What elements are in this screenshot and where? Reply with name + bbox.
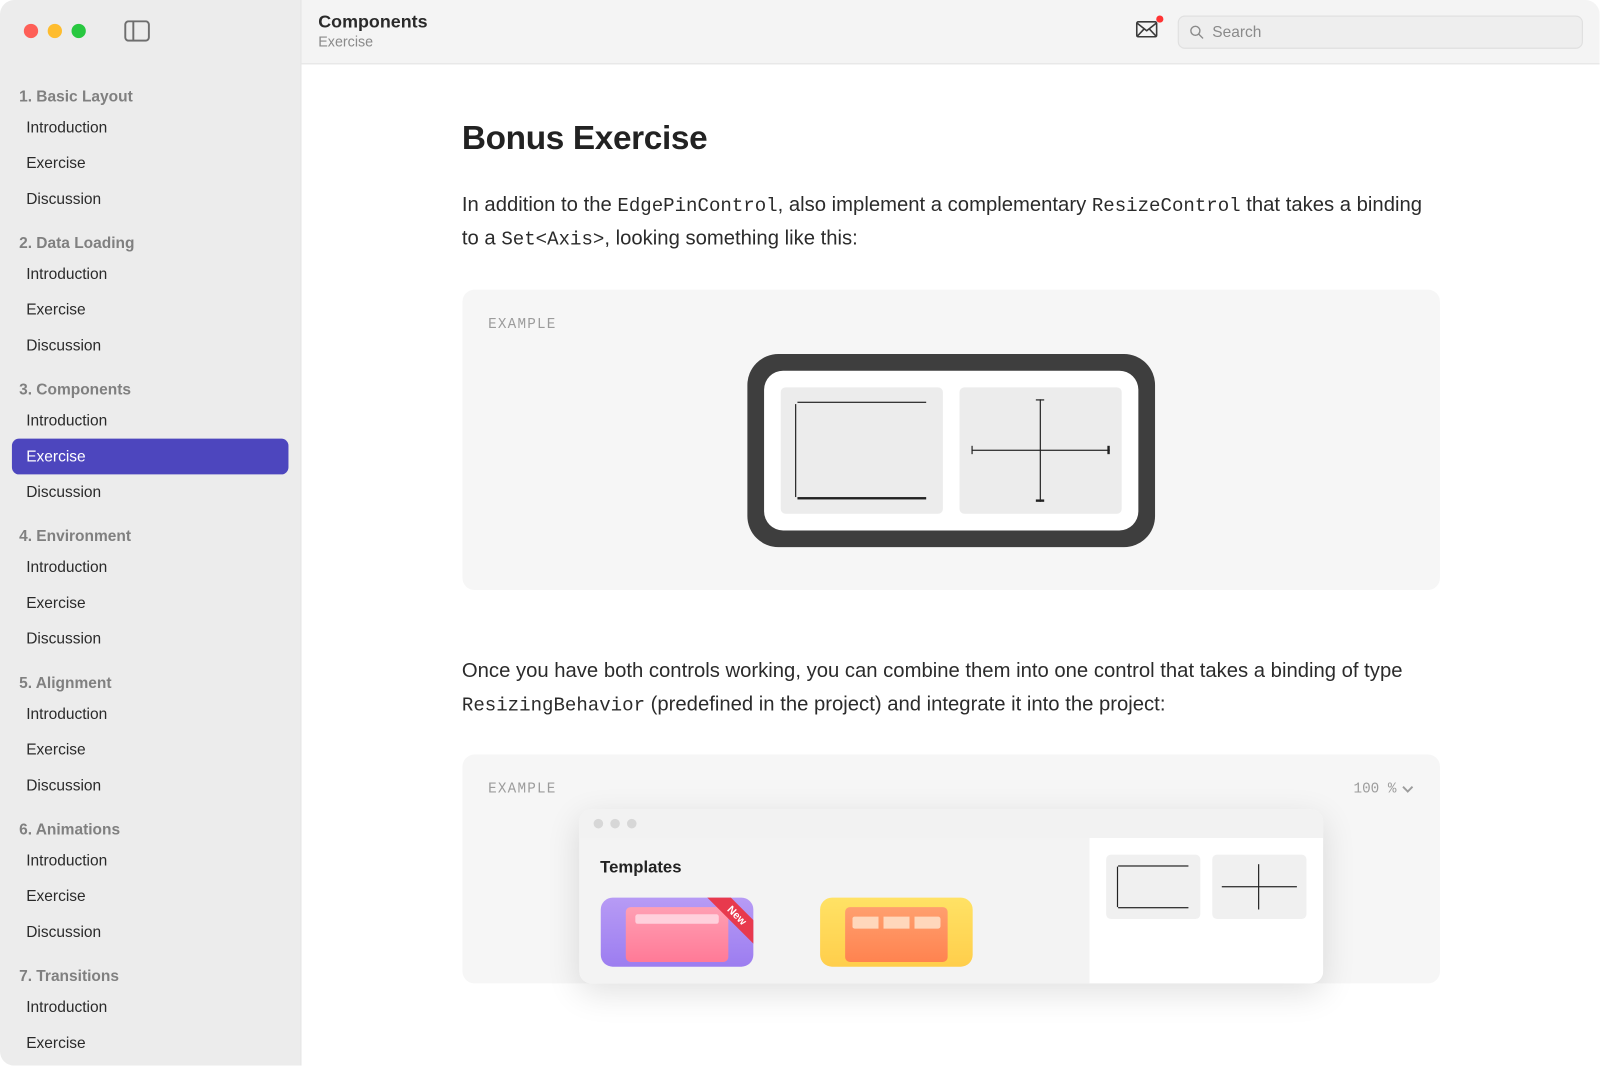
notification-dot-icon [1156,15,1163,22]
sidebar-toggle-icon[interactable] [124,20,150,41]
sidebar-item-introduction[interactable]: Introduction [12,256,289,292]
search-icon [1188,23,1205,40]
traffic-dot-icon [626,819,636,829]
app-window: 1. Basic LayoutIntroductionExerciseDiscu… [0,0,1600,1066]
sidebar-section-title: 1. Basic Layout [0,70,300,109]
sidebar-item-discussion[interactable]: Discussion [12,328,289,364]
search-input[interactable] [1212,23,1572,41]
template-card-purple[interactable]: New [600,898,753,967]
code-resizecontrol: ResizeControl [1092,195,1241,216]
sidebar-item-introduction[interactable]: Introduction [12,843,289,879]
code-edgepincontrol: EdgePinControl [617,195,777,216]
code-resizingbehavior: ResizingBehavior [462,695,645,716]
sidebar-item-discussion[interactable]: Discussion [12,181,289,217]
topbar: Components Exercise [302,0,1600,64]
sidebar-section-title: 4. Environment [0,510,300,549]
breadcrumb: Components Exercise [318,13,1115,49]
article: Bonus Exercise In addition to the EdgePi… [462,119,1439,983]
inspector-pane [1089,838,1323,983]
example-card-2: EXAMPLE 100 % [462,755,1439,984]
example-card-1: EXAMPLE [462,289,1439,589]
sidebar-item-exercise[interactable]: Exercise [12,1025,289,1061]
controls-frame [747,354,1155,547]
sidebar-section-title: 6. Animations [0,804,300,843]
templates-heading: Templates [600,857,1067,876]
page-title: Bonus Exercise [462,119,1439,157]
sidebar-item-exercise[interactable]: Exercise [12,879,289,915]
text: In addition to the [462,193,617,216]
resize-control-mini-icon[interactable] [1212,855,1306,919]
window-chrome [0,0,300,61]
template-card-yellow[interactable] [820,898,973,967]
zoom-control[interactable]: 100 % [1353,781,1413,798]
search-field[interactable] [1178,15,1583,48]
text: Once you have both controls working, you… [462,659,1403,682]
text: (predefined in the project) and integrat… [645,692,1165,715]
sidebar-nav: 1. Basic LayoutIntroductionExerciseDiscu… [0,61,300,1066]
templates-pane: Templates New [579,838,1089,983]
preview-window: Templates New [579,810,1323,984]
sidebar-item-exercise[interactable]: Exercise [12,146,289,182]
paragraph-2: Once you have both controls working, you… [462,654,1439,721]
traffic-dot-icon [610,819,620,829]
text: , looking something like this: [604,227,857,250]
sidebar-item-discussion[interactable]: Discussion [12,475,289,511]
preview-window-chrome [579,810,1323,839]
sidebar: 1. Basic LayoutIntroductionExerciseDiscu… [0,0,302,1066]
sidebar-item-introduction[interactable]: Introduction [12,989,289,1025]
chevron-down-icon [1401,783,1413,795]
zoom-value: 100 % [1353,781,1396,798]
sidebar-item-discussion[interactable]: Discussion [12,914,289,950]
traffic-close-icon[interactable] [24,23,38,37]
code-setaxis: Set<Axis> [501,229,604,250]
sidebar-section-title: 2. Data Loading [0,217,300,256]
sidebar-item-introduction[interactable]: Introduction [12,403,289,439]
traffic-zoom-icon[interactable] [72,23,86,37]
content-scroll[interactable]: Bonus Exercise In addition to the EdgePi… [302,64,1600,1065]
traffic-minimize-icon[interactable] [48,23,62,37]
sidebar-item-exercise[interactable]: Exercise [12,585,289,621]
main: Components Exercise Bonus Exerci [302,0,1600,1066]
sidebar-item-exercise[interactable]: Exercise [12,732,289,768]
sidebar-section-title: 7. Transitions [0,950,300,989]
edge-pin-control-mini-icon[interactable] [1106,855,1200,919]
controls-panel [763,370,1137,530]
edge-pin-control-icon [780,387,942,513]
sidebar-section-title: 3. Components [0,364,300,403]
example-label: EXAMPLE [488,781,556,798]
breadcrumb-title: Components [318,13,1115,33]
traffic-dot-icon [593,819,603,829]
example-stage [488,354,1413,547]
sidebar-item-introduction[interactable]: Introduction [12,550,289,586]
resize-control-icon [959,387,1121,513]
example-label: EXAMPLE [488,316,1413,333]
sidebar-item-exercise[interactable]: Exercise [12,292,289,328]
sidebar-item-introduction[interactable]: Introduction [12,110,289,146]
sidebar-item-discussion[interactable]: Discussion [12,768,289,804]
mail-icon[interactable] [1132,17,1161,46]
text: , also implement a complementary [778,193,1092,216]
sidebar-section-title: 5. Alignment [0,657,300,696]
paragraph-1: In addition to the EdgePinControl, also … [462,188,1439,256]
sidebar-item-exercise[interactable]: Exercise [12,439,289,475]
sidebar-item-discussion[interactable]: Discussion [12,621,289,657]
breadcrumb-subtitle: Exercise [318,33,1115,50]
sidebar-item-introduction[interactable]: Introduction [12,696,289,732]
